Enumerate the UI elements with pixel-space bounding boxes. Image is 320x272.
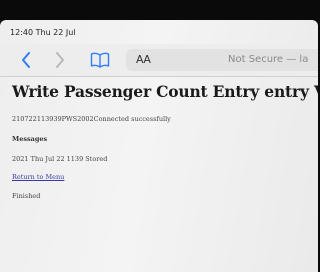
- forward-button[interactable]: [50, 50, 70, 70]
- page-title: Write Passenger Count Entry entry V1.8: [12, 82, 318, 101]
- connection-status: 210722113939PWS2002Connected successfull…: [12, 115, 171, 123]
- device-screen: 12:40 Thu 22 Jul AA Not Secure — la Writ…: [0, 20, 318, 272]
- message-line: 2021 Thu Jul 22 1139 Stored: [12, 155, 108, 163]
- book-icon: [90, 52, 110, 68]
- finished-text: Finished: [12, 192, 41, 200]
- url-text: Not Secure — la: [228, 54, 309, 65]
- status-date: Thu 22 Jul: [35, 28, 76, 37]
- back-button[interactable]: [16, 50, 36, 70]
- address-bar[interactable]: AA Not Secure — la: [126, 49, 318, 71]
- messages-heading: Messages: [12, 135, 48, 143]
- browser-toolbar: AA Not Secure — la: [0, 44, 318, 77]
- return-to-menu-link[interactable]: Return to Menu: [12, 173, 64, 181]
- status-time: 12:40: [10, 28, 34, 37]
- bookmarks-button[interactable]: [90, 50, 110, 70]
- status-bar: 12:40 Thu 22 Jul: [10, 28, 76, 40]
- chevron-right-icon: [56, 52, 64, 68]
- page-content: Write Passenger Count Entry entry V1.8 2…: [12, 82, 318, 200]
- chevron-left-icon: [22, 52, 30, 68]
- reader-options-button[interactable]: AA: [136, 53, 151, 66]
